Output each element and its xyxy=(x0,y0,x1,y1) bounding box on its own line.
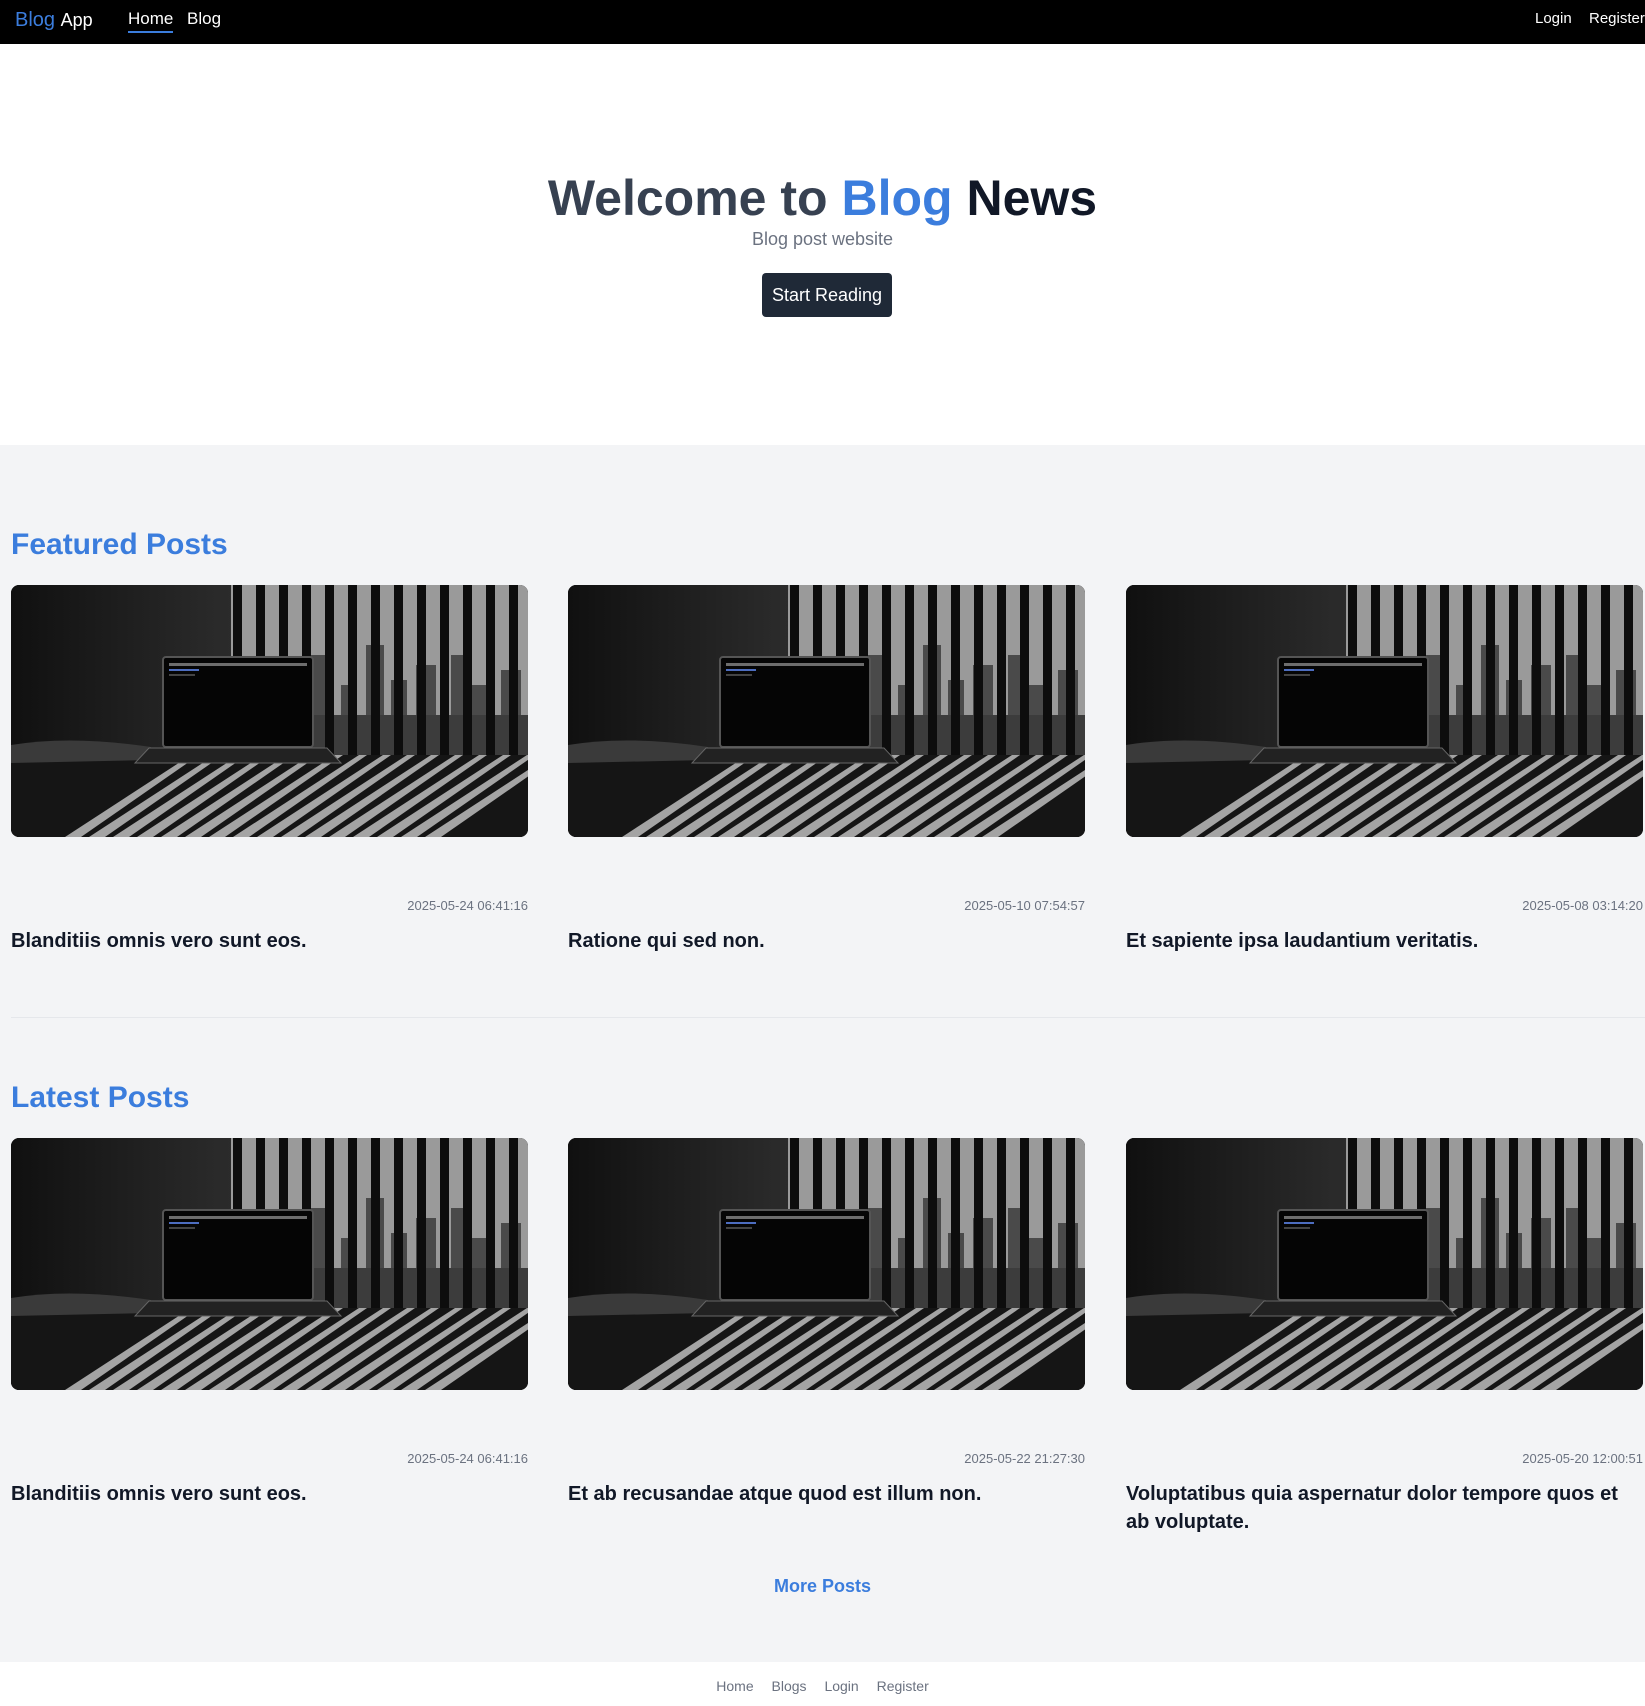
post-title[interactable]: Et sapiente ipsa laudantium veritatis. xyxy=(1126,927,1643,955)
post-title[interactable]: Blanditiis omnis vero sunt eos. xyxy=(11,1480,528,1508)
section-divider xyxy=(11,1017,1645,1018)
post-thumbnail[interactable] xyxy=(1126,1138,1643,1390)
more-posts-link[interactable]: More Posts xyxy=(0,1576,1645,1597)
post-title[interactable]: Et ab recusandae atque quod est illum no… xyxy=(568,1480,1085,1508)
brand-part-2[interactable]: App xyxy=(61,10,93,30)
featured-posts-heading: Featured Posts xyxy=(11,528,228,561)
nav-blog-link[interactable]: Blog xyxy=(187,9,221,29)
post-date: 2025-05-20 12:00:51 xyxy=(1522,1451,1643,1466)
latest-posts-heading: Latest Posts xyxy=(11,1081,190,1114)
post-thumbnail[interactable] xyxy=(11,1138,528,1390)
footer-links: Home Blogs Login Register xyxy=(0,1678,1645,1694)
post-title[interactable]: Ratione qui sed non. xyxy=(568,927,1085,955)
start-reading-button[interactable]: Start Reading xyxy=(762,273,892,317)
nav-login-link[interactable]: Login xyxy=(1535,10,1572,27)
hero-title-blog: Blog xyxy=(841,170,953,226)
post-title[interactable]: Voluptatibus quia aspernatur dolor tempo… xyxy=(1126,1480,1643,1536)
post-date: 2025-05-24 06:41:16 xyxy=(407,898,528,913)
hero-subtitle: Blog post website xyxy=(751,229,894,249)
footer-blogs-link[interactable]: Blogs xyxy=(772,1678,807,1694)
hero-title-welcome: Welcome to xyxy=(547,170,842,226)
nav-home-link[interactable]: Home xyxy=(128,9,174,33)
hero-title: Welcome to Blog News xyxy=(0,169,1645,227)
post-thumbnail[interactable] xyxy=(568,585,1085,837)
post-date: 2025-05-08 03:14:20 xyxy=(1522,898,1643,913)
post-title[interactable]: Blanditiis omnis vero sunt eos. xyxy=(11,927,528,955)
post-thumbnail[interactable] xyxy=(568,1138,1085,1390)
hero-title-news: News xyxy=(952,170,1098,226)
post-date: 2025-05-24 06:41:16 xyxy=(407,1451,528,1466)
post-thumbnail[interactable] xyxy=(1126,585,1643,837)
post-date: 2025-05-10 07:54:57 xyxy=(964,898,1085,913)
nav-register-link[interactable]: Register xyxy=(1589,10,1645,27)
post-date: 2025-05-22 21:27:30 xyxy=(964,1451,1085,1466)
footer-home-link[interactable]: Home xyxy=(716,1678,753,1694)
footer: Home Blogs Login Register xyxy=(0,1662,1645,1706)
post-thumbnail[interactable] xyxy=(11,585,528,837)
brand-part-1[interactable]: Blog xyxy=(15,9,55,31)
footer-register-link[interactable]: Register xyxy=(877,1678,929,1694)
footer-login-link[interactable]: Login xyxy=(824,1678,858,1694)
top-navbar: Blog App Home Blog Login Register xyxy=(0,0,1645,44)
hero-section: Welcome to Blog News Blog post website S… xyxy=(0,44,1645,445)
brand-logo[interactable]: Blog App xyxy=(15,9,93,32)
